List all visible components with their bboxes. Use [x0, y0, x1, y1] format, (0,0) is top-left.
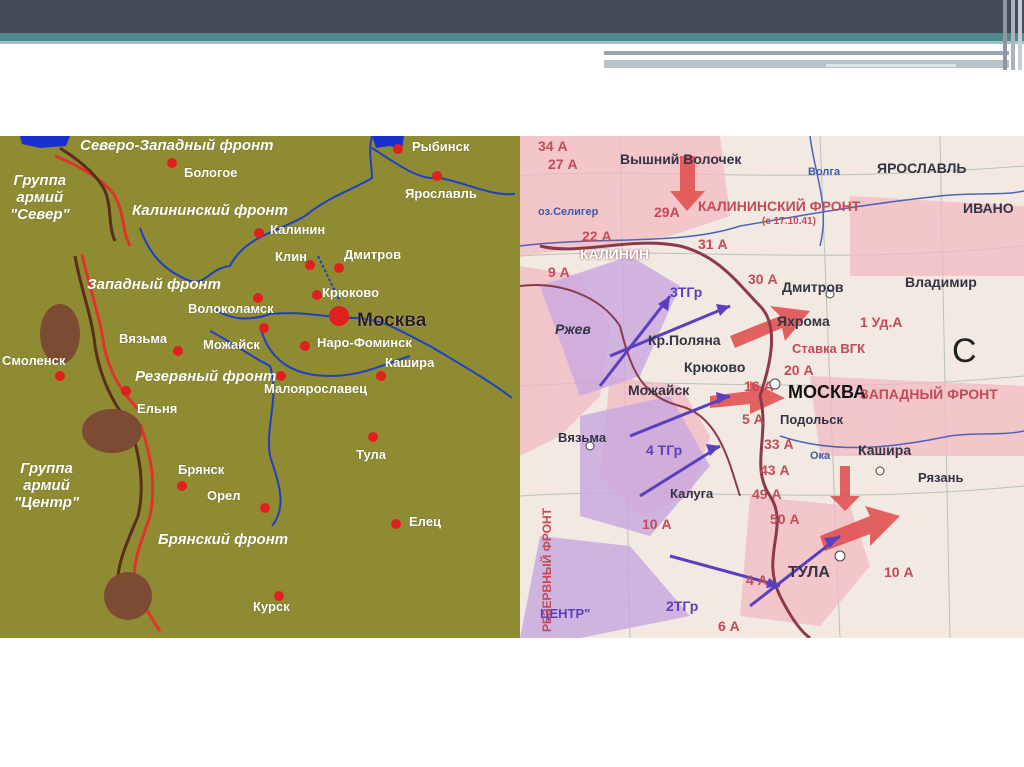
- slide-header-accent-light: [0, 41, 1024, 44]
- map-label: Ржев: [555, 321, 591, 337]
- map-label: Ока: [810, 450, 831, 462]
- city-label: Можайск: [203, 337, 260, 352]
- army-group-north: Группа армий "Север": [10, 172, 70, 223]
- army-label: 4 ТГр: [646, 442, 683, 458]
- map-label: Волга: [808, 166, 841, 178]
- city-label-moskva: Москва: [357, 310, 427, 331]
- city-label: Орел: [207, 488, 241, 503]
- army-label: 6 А: [718, 618, 740, 634]
- city-label: Курск: [253, 599, 290, 614]
- city-label: Крюково: [322, 285, 380, 300]
- army-label: 27 А: [548, 156, 578, 172]
- city-label: Брянск: [178, 462, 225, 477]
- city-label: Ярославль: [405, 186, 477, 201]
- army-label: 10 А: [642, 516, 672, 532]
- city-label: Тула: [356, 447, 386, 462]
- front-lines: [54, 146, 162, 632]
- city-label: Волоколамск: [188, 301, 274, 316]
- city-label: Вязьма: [119, 331, 168, 346]
- city-label: Смоленск: [2, 353, 66, 368]
- army-label: 43 А: [760, 462, 790, 478]
- slide-deco-bar: [604, 51, 1009, 55]
- front-label-bryansk: Брянский фронт: [158, 531, 289, 548]
- front-label-kalinin: Калининский фронт: [132, 202, 288, 219]
- map-label: Вязьма: [558, 430, 607, 445]
- army-label: 33 А: [764, 436, 794, 452]
- city-label: Клин: [275, 249, 308, 264]
- city-label: Калинин: [270, 222, 326, 237]
- map-label: Ставка ВГК: [792, 341, 866, 356]
- map-label: Калуга: [670, 486, 714, 501]
- map-label: КАЛИНИН: [580, 246, 649, 262]
- map-label: Яхрома: [777, 313, 830, 329]
- map-label: Подольск: [780, 412, 843, 427]
- army-label: 9 А: [548, 264, 570, 280]
- army-label: 1 Уд.А: [860, 314, 903, 330]
- army-label: 50 А: [770, 511, 800, 527]
- slide-corner-stripe: [1003, 0, 1007, 70]
- slide-corner-stripe: [1018, 0, 1022, 70]
- map-label: ТУЛА: [788, 564, 830, 581]
- army-label: 16 А: [744, 378, 774, 394]
- city-label: Ельня: [137, 401, 178, 416]
- army-label: 4 А: [746, 572, 768, 588]
- army-label: 49 А: [752, 486, 782, 502]
- map-label-front: КАЛИНИНСКИЙ ФРОНТ: [698, 198, 861, 214]
- slide-deco-bar: [826, 64, 956, 67]
- front-label-northwest: Северо-Западный фронт: [80, 137, 274, 154]
- front-label-western: Западный фронт: [87, 276, 221, 293]
- map-label: Рязань: [918, 470, 964, 485]
- army-label: 3ТГр: [670, 284, 703, 300]
- army-label: 2ТГр: [666, 598, 699, 614]
- map-label-front: ЗАПАДНЫЙ ФРОНТ: [860, 386, 998, 402]
- right-map-battle: Вышний Волочек ЯРОСЛАВЛЬ ИВАНО КАЛИНИНСК…: [520, 136, 1024, 638]
- slide-header-bar: [0, 0, 1024, 33]
- city-label: Малоярославец: [264, 381, 368, 396]
- map-label: Владимир: [905, 274, 977, 290]
- army-label: 20 А: [784, 362, 814, 378]
- map-label: Крюково: [684, 359, 746, 375]
- army-label: 30 А: [748, 271, 778, 287]
- map-label: Кашира: [858, 442, 912, 458]
- left-map-schematic: Северо-Западный фронт Калининский фронт …: [0, 136, 520, 638]
- army-label: 10 А: [884, 564, 914, 580]
- map-label-north-mark: С: [952, 332, 977, 370]
- army-group-center: Группа армий "Центр": [14, 460, 80, 511]
- army-label: 29А: [654, 204, 680, 220]
- city-label: Рыбинск: [412, 139, 470, 154]
- army-label: 5 А: [742, 411, 764, 427]
- city-label: Бологое: [184, 165, 238, 180]
- city-label: Елец: [409, 514, 441, 529]
- map-label: оз.Селигер: [538, 206, 599, 218]
- lake-shape: [20, 136, 70, 148]
- map-label: ЯРОСЛАВЛЬ: [877, 160, 967, 176]
- front-label-reserve: Резервный фронт: [135, 368, 277, 385]
- map-label-date: (с 17.10.41): [762, 216, 816, 227]
- map-label: Вышний Волочек: [620, 151, 742, 167]
- city-label: Дмитров: [344, 247, 402, 262]
- slide-corner-stripe: [1011, 0, 1015, 70]
- map-label-moskva: МОСКВА: [788, 382, 867, 402]
- army-label: 22 А: [582, 228, 612, 244]
- slide-header-accent: [0, 33, 1024, 41]
- army-label: 31 А: [698, 236, 728, 252]
- army-label: 34 А: [538, 138, 568, 154]
- city-label: Наро-Фоминск: [317, 335, 412, 350]
- map-label: Дмитров: [782, 279, 844, 295]
- map-label: ИВАНО: [963, 200, 1014, 216]
- map-label-front: РЕЗЕРВНЫЙ ФРОНТ: [540, 508, 554, 632]
- map-label: Кр.Поляна: [648, 332, 721, 348]
- map-label: Можайск: [628, 382, 690, 398]
- city-label: Кашира: [385, 355, 435, 370]
